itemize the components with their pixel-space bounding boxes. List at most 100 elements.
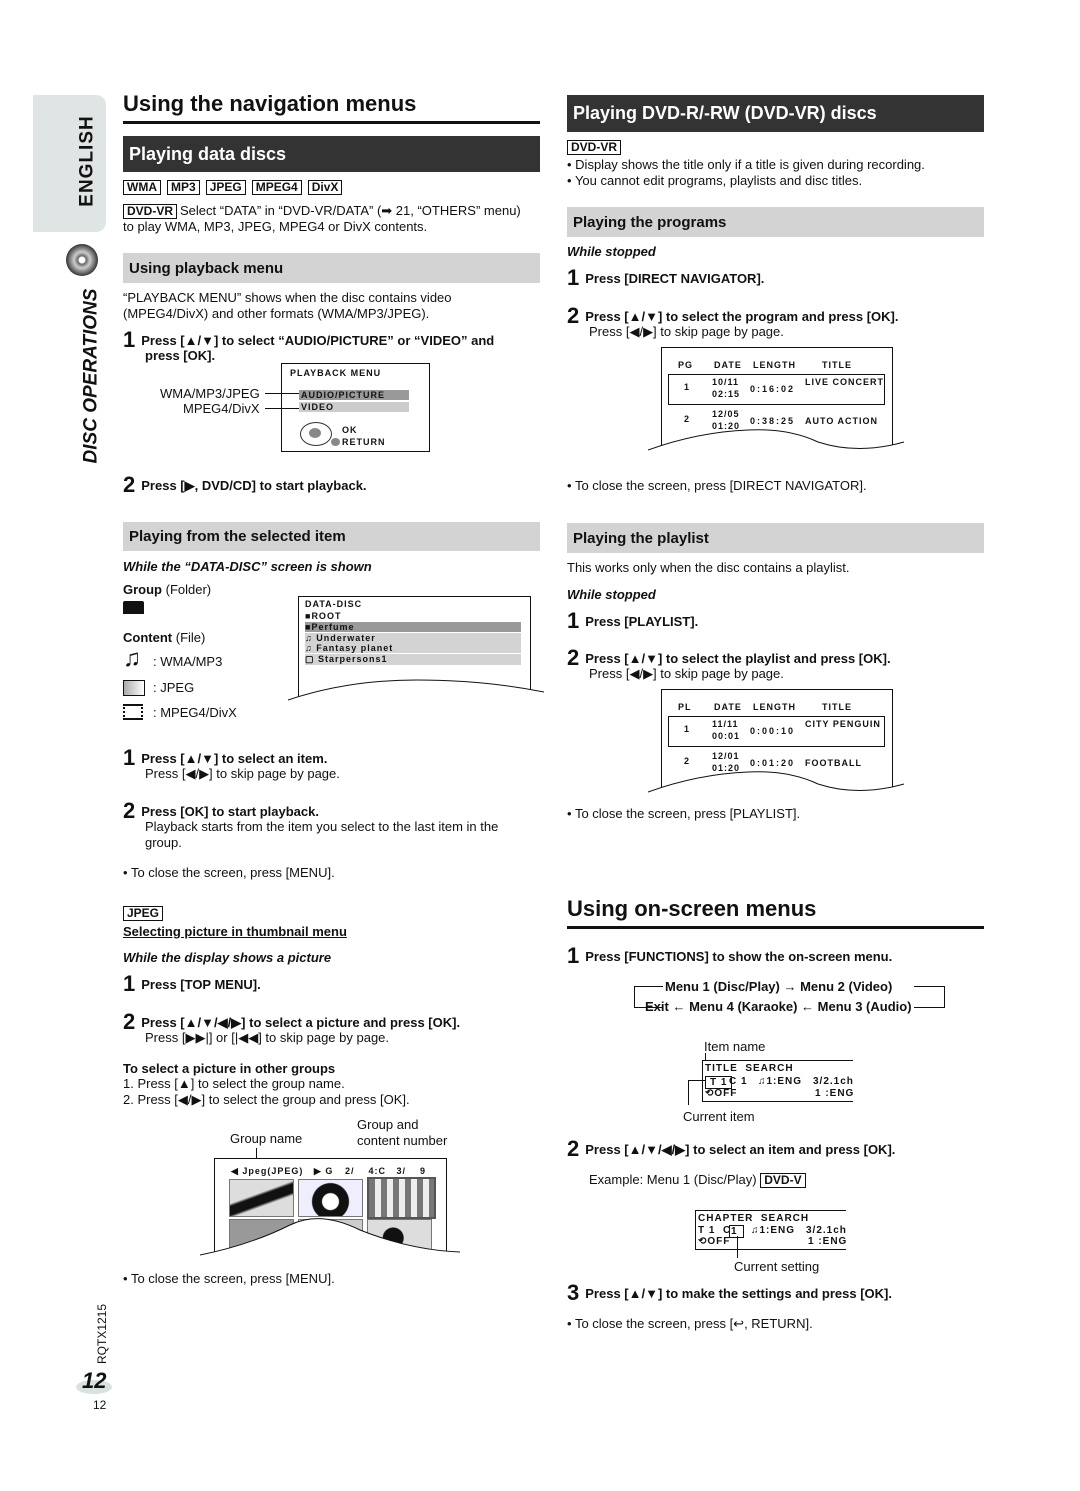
content-number-bar: 2/ 4:C 3/ 9 [345, 1166, 427, 1176]
label-mpeg4-divx: MPEG4/DivX [183, 401, 260, 416]
step-text: Press [▲/▼/◀/▶] to select an item and pr… [585, 1142, 896, 1157]
step-text: Press [▲/▼] to select the playlist and p… [585, 651, 891, 666]
video-file-icon [123, 704, 143, 720]
step-text: Press [OK] to start playback. [141, 804, 319, 819]
step-text: Press [PLAYLIST]. [585, 614, 699, 629]
step-text: Press [▲/▼/◀/▶] to select a picture and … [141, 1015, 461, 1030]
manual-page: ENGLISH DISC OPERATIONS RQTX1215 12 12 U… [0, 0, 1080, 1491]
display-audio: ♫1:ENG [758, 1076, 803, 1087]
dvdvr-note-line1: Select “DATA” in “DVD-VR/DATA” (➡ 21, “O… [180, 203, 521, 218]
label-group-content-2: content number [357, 1133, 448, 1148]
other-groups-2: 2. Press [◀/▶] to select the group and p… [123, 1092, 410, 1107]
column-header: PL [678, 702, 692, 712]
cell: 11/11 [712, 719, 739, 729]
thumbnail-heading: Selecting picture in thumbnail menu [123, 924, 347, 939]
column-header: TITLE [822, 702, 852, 712]
list-item[interactable]: ♫ Fantasy planet [305, 643, 521, 653]
step-text: Press [DIRECT NAVIGATOR]. [585, 271, 765, 286]
thumbnail-condition: While the display shows a picture [123, 950, 332, 965]
step-text: Press [TOP MENU]. [141, 977, 261, 992]
other-groups-1: 1. Press [▲] to select the group name. [123, 1076, 345, 1091]
tag-mpeg4: MPEG4 [251, 180, 302, 195]
legend-jpeg: : JPEG [153, 680, 195, 695]
display-item-name: TITLE SEARCH [705, 1063, 794, 1074]
cell: 0:16:02 [750, 384, 796, 394]
tag-mp3: MP3 [167, 180, 200, 195]
menu-option-video[interactable]: VIDEO [299, 402, 409, 412]
onscreen-step3: 3 Press [▲/▼] to make the settings and pr… [567, 1280, 893, 1305]
title-rule [123, 121, 540, 124]
display-title: T 1 C [698, 1225, 732, 1236]
label-current-setting: Current setting [734, 1259, 820, 1274]
playlist-step1: 1 Press [PLAYLIST]. [567, 608, 699, 633]
column-header: LENGTH [753, 360, 796, 370]
music-note-icon: ♫ [123, 645, 141, 672]
jpeg-tag: JPEG [123, 905, 169, 921]
jpeg-file-icon [123, 680, 145, 696]
list-item[interactable]: ■ROOT [305, 611, 341, 621]
onscreen-close-note: • To close the screen, press [↩, RETURN]… [567, 1316, 813, 1331]
leader-line [265, 393, 299, 394]
ok-button-icon [309, 428, 321, 438]
playlist-close-note: • To close the screen, press [PLAYLIST]. [567, 806, 801, 821]
display-repeat: ⟲OFF [698, 1236, 731, 1247]
tag-jpeg: JPEG [205, 180, 246, 195]
folder-icon [123, 601, 144, 614]
display-channels: 3/2.1ch [806, 1225, 847, 1236]
onscreen-title: Using on-screen menus [567, 896, 817, 921]
group-name-bar[interactable]: ◀ Jpeg(JPEG) ▶ G [231, 1166, 333, 1177]
cell: 0:00:10 [750, 726, 796, 736]
torn-edge [648, 771, 905, 802]
heading-playback-menu: Using playback menu [123, 253, 540, 283]
dvdvr-note-line2: to play WMA, MP3, JPEG, MPEG4 or DivX co… [123, 219, 428, 234]
screen-title: DATA-DISC [305, 599, 363, 609]
section-heading-data-discs: Playing data discs [123, 136, 540, 172]
programs-condition: While stopped [567, 244, 656, 259]
language-label: ENGLISH [76, 115, 98, 207]
ok-label: OK [342, 425, 358, 435]
column-header: TITLE [822, 360, 852, 370]
column-header: PG [678, 360, 694, 370]
selected-step2-sub2: group. [145, 835, 182, 850]
section-label: DISC OPERATIONS [80, 288, 102, 464]
tag-wma: WMA [123, 180, 161, 195]
tag-divx: DivX [307, 180, 343, 195]
selected-close-note: • To close the screen, press [MENU]. [123, 865, 335, 880]
playback-step1-line2: press [OK]. [145, 348, 216, 363]
leader-line [737, 1236, 738, 1258]
programs-step2-sub: Press [◀/▶] to skip page by page. [589, 324, 784, 339]
page-number-small: 12 [93, 1398, 107, 1412]
playlist-step2-sub: Press [◀/▶] to skip page by page. [589, 666, 784, 681]
format-tags: WMA MP3 JPEG MPEG4 DivX [123, 179, 348, 195]
list-item[interactable]: ■Perfume [305, 622, 521, 632]
list-item[interactable]: ♫ Underwater [305, 633, 521, 643]
cell: 00:01 [712, 731, 741, 741]
return-button-icon [331, 438, 340, 446]
list-item[interactable]: ▢ Starpersons1 [305, 654, 521, 665]
onscreen-step1: 1 Press [FUNCTIONS] to show the on-screen… [567, 943, 893, 968]
screen-title: PLAYBACK MENU [290, 368, 382, 378]
heading-selected-item: Playing from the selected item [123, 522, 540, 551]
programs-step1: 1 Press [DIRECT NAVIGATOR]. [567, 265, 765, 290]
group-note: (Folder) [165, 582, 212, 597]
return-label: RETURN [342, 437, 386, 447]
display-audio: ♫1:ENG [751, 1225, 796, 1236]
playback-step2: 2 Press [▶, DVD/CD] to start playback. [123, 472, 367, 497]
other-groups-heading: To select a picture in other groups [123, 1061, 336, 1076]
heading-playlist: Playing the playlist [567, 523, 984, 553]
column-header: DATE [714, 360, 742, 370]
playback-menu-screen: PLAYBACK MENU AUDIO/PICTURE VIDEO OK RET… [281, 363, 430, 452]
torn-edge [288, 679, 544, 710]
example-line: Example: Menu 1 (Disc/Play) DVD-V [589, 1172, 812, 1188]
section-heading-dvdvr: Playing DVD-R/-RW (DVD-VR) discs [567, 95, 984, 132]
leader-line [688, 1080, 705, 1105]
menu-option-audio-picture[interactable]: AUDIO/PICTURE [299, 390, 409, 400]
thumbnail-close-note: • To close the screen, press [MENU]. [123, 1271, 335, 1286]
step-text: Press [▶, DVD/CD] to start playback. [141, 478, 367, 493]
label-wma-mp3-jpeg: WMA/MP3/JPEG [160, 386, 260, 401]
disc-icon [66, 244, 98, 276]
display-channels: 3/2.1ch [813, 1076, 854, 1087]
cell: CITY PENGUIN [805, 719, 881, 729]
cell: 1 [684, 382, 691, 392]
title-rule [567, 926, 984, 929]
